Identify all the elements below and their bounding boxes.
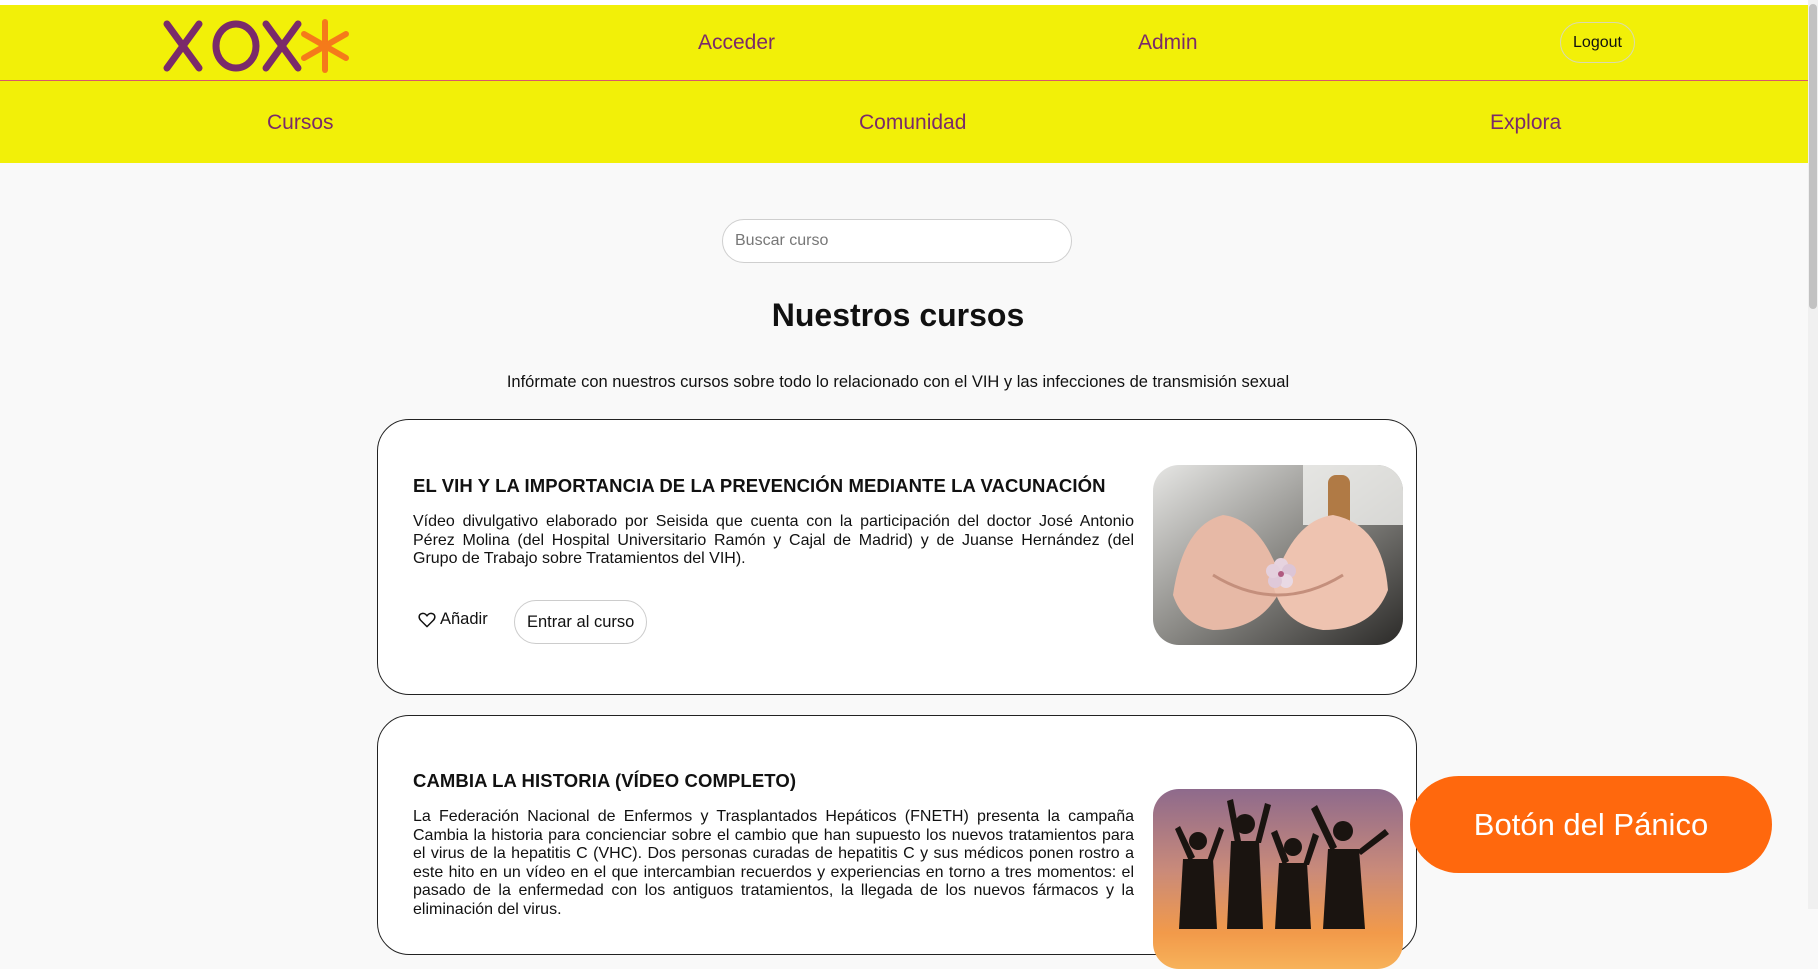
nav-acceder[interactable]: Acceder (698, 31, 775, 55)
add-favorite-button[interactable]: Añadir (418, 610, 488, 629)
course-card: CAMBIA LA HISTORIA (VÍDEO COMPLETO) La F… (377, 715, 1417, 969)
scrollbar-thumb[interactable] (1809, 4, 1817, 309)
course-description: La Federación Nacional de Enfermos y Tra… (413, 808, 1134, 918)
page-title: Nuestros cursos (771, 297, 1025, 333)
enter-course-button[interactable]: Entrar al curso (514, 600, 648, 644)
logo-graphic (163, 19, 349, 73)
course-thumbnail[interactable] (1153, 465, 1403, 645)
logout-button[interactable]: Logout (1560, 22, 1635, 63)
add-favorite-label: Añadir (440, 610, 488, 628)
site-header: Acceder Admin Logout Cursos Comunidad Ex… (0, 5, 1808, 163)
heart-icon (418, 612, 436, 628)
nav-explora[interactable]: Explora (1490, 111, 1561, 135)
header-top-row: Acceder Admin Logout (0, 5, 1808, 81)
nav-comunidad[interactable]: Comunidad (859, 111, 966, 135)
course-description: Vídeo divulgativo elaborado por Seisida … (413, 513, 1134, 568)
course-title: EL VIH Y LA IMPORTANCIA DE LA PREVENCIÓN… (413, 475, 1106, 496)
search-input[interactable] (722, 219, 1072, 263)
course-title: CAMBIA LA HISTORIA (VÍDEO COMPLETO) (413, 770, 797, 791)
course-thumbnail[interactable] (1153, 789, 1403, 969)
logo[interactable] (163, 18, 353, 74)
panic-button[interactable]: Botón del Pánico (1410, 776, 1772, 873)
sunset-silhouettes-image (1153, 789, 1403, 969)
page-subtitle: Infórmate con nuestros cursos sobre todo… (506, 373, 1290, 391)
course-card: EL VIH Y LA IMPORTANCIA DE LA PREVENCIÓN… (377, 419, 1417, 695)
nav-admin[interactable]: Admin (1138, 31, 1198, 55)
hands-flower-image (1153, 465, 1403, 645)
nav-cursos[interactable]: Cursos (267, 111, 334, 135)
